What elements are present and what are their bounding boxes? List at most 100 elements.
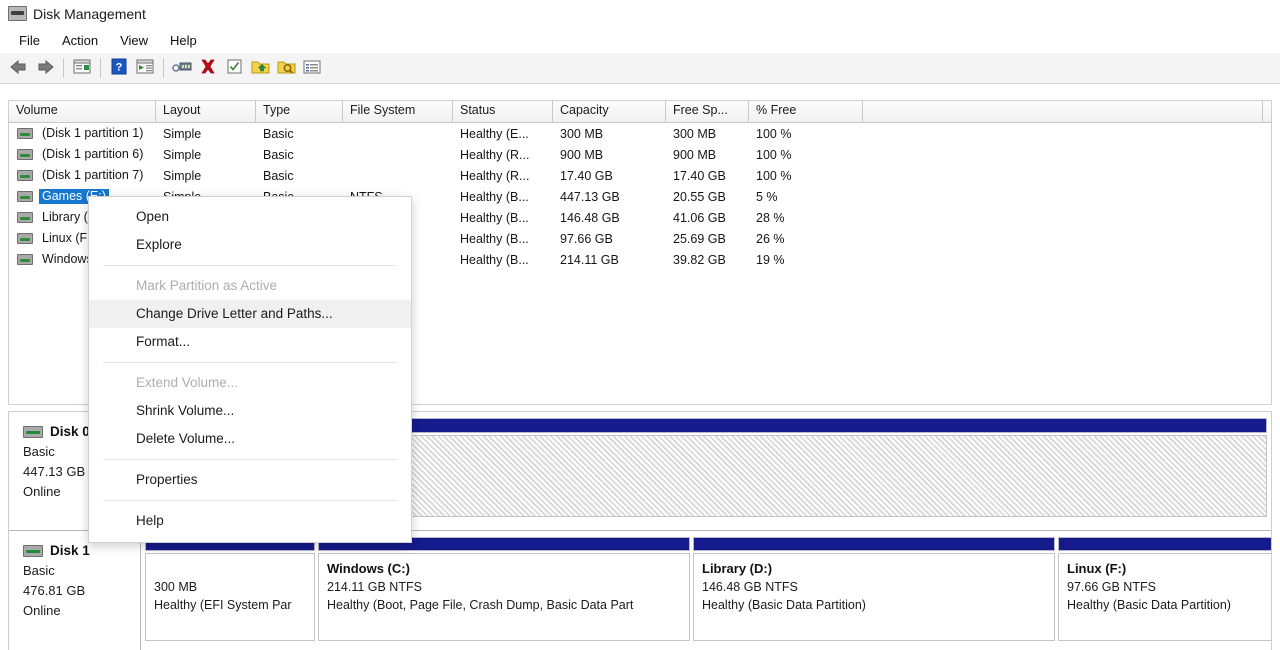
volume-cell-status: Healthy (B... xyxy=(460,231,529,246)
menu-file[interactable]: File xyxy=(8,30,51,51)
volume-cell-status: Healthy (B... xyxy=(460,210,529,225)
disk-drive-icon xyxy=(8,6,27,22)
volume-row[interactable]: (Disk 1 partition 7) Simple Basic Healthy (… xyxy=(9,165,1271,186)
volume-cell-status: Healthy (R... xyxy=(460,168,530,183)
disk-partition[interactable]: Library (D:) 146.48 GB NTFS Healthy (Basic… xyxy=(693,537,1055,642)
context-menu-item-properties[interactable]: Properties xyxy=(89,466,411,494)
forward-button[interactable] xyxy=(32,56,58,80)
delete-button[interactable] xyxy=(195,56,221,80)
column-header-status[interactable]: Status xyxy=(453,101,553,122)
forward-icon xyxy=(35,59,55,78)
volume-cell-pct: 100 % xyxy=(756,147,792,162)
disk-type-label: Basic xyxy=(23,563,55,578)
disk-info[interactable]: Disk 1 Basic 476.81 GB Online xyxy=(9,531,141,650)
volume-cell-status: Healthy (E... xyxy=(460,126,529,141)
disk-partition[interactable]: 300 MB Healthy (EFI System Par xyxy=(145,537,315,642)
column-header-volume[interactable]: Volume xyxy=(9,101,156,122)
column-header-layout[interactable]: Layout xyxy=(156,101,256,122)
volume-cell-free: 41.06 GB xyxy=(673,210,726,225)
window-title: Disk Management xyxy=(33,6,146,22)
context-menu-item-explore[interactable]: Explore xyxy=(89,231,411,259)
volume-cell-capacity: 146.48 GB xyxy=(560,210,620,225)
partition-body: Windows (C:) 214.11 GB NTFS Healthy (Boot,… xyxy=(318,553,690,641)
partition-name-label: Library (D:) xyxy=(702,561,773,576)
volume-cell-free: 17.40 GB xyxy=(673,168,726,183)
show-hide-console-tree-button[interactable] xyxy=(69,56,95,80)
title-bar: Disk Management xyxy=(0,0,1280,28)
column-header-file-system[interactable]: File System xyxy=(343,101,453,122)
volume-cell-name: (Disk 1 partition 1) xyxy=(9,126,156,141)
volume-cell-type: Basic xyxy=(263,168,294,183)
drive-icon xyxy=(17,170,33,181)
column-header-type[interactable]: Type xyxy=(256,101,343,122)
partition-name-label: Linux (F:) xyxy=(1067,561,1127,576)
volume-cell-layout: Simple xyxy=(163,126,202,141)
delete-icon xyxy=(199,58,217,78)
column-header-capacity[interactable]: Capacity xyxy=(553,101,666,122)
volume-cell-capacity: 447.13 GB xyxy=(560,189,620,204)
rescan-disks-icon xyxy=(226,58,243,78)
rescan-disks-button[interactable] xyxy=(221,56,247,80)
partition-status-label: Healthy (EFI System Par xyxy=(154,598,292,612)
disk-state-label: Online xyxy=(23,603,61,618)
context-menu-item-shrink-volume[interactable]: Shrink Volume... xyxy=(89,397,411,425)
drive-icon xyxy=(17,149,33,160)
partition-name-label: Windows (C:) xyxy=(327,561,410,576)
context-menu-item-delete-volume[interactable]: Delete Volume... xyxy=(89,425,411,453)
volume-cell-status: Healthy (B... xyxy=(460,252,529,267)
volume-cell-type: Basic xyxy=(263,126,294,141)
disk-icon xyxy=(23,544,43,557)
partition-capacity-bar xyxy=(693,537,1055,551)
context-menu-item-mark-partition-as-active: Mark Partition as Active xyxy=(136,278,278,293)
volume-row[interactable]: (Disk 1 partition 6) Simple Basic Healthy (… xyxy=(9,144,1271,165)
column-header--free[interactable]: % Free xyxy=(749,101,863,122)
context-menu-item-format[interactable]: Format... xyxy=(89,328,411,356)
context-menu-item-help[interactable]: Help xyxy=(89,507,411,535)
column-header-blank[interactable] xyxy=(863,101,1263,122)
partition-size-label: 146.48 GB NTFS xyxy=(702,580,798,594)
disk-partition[interactable]: Windows (C:) 214.11 GB NTFS Healthy (Boot,… xyxy=(318,537,690,642)
search-folder-button[interactable] xyxy=(273,56,299,80)
drive-icon xyxy=(17,233,33,244)
disk-panel: Disk 1 Basic 476.81 GB Online 300 MB Healthy… xyxy=(9,531,1271,650)
context-menu-item-change-drive-letter-and-paths[interactable]: Change Drive Letter and Paths... xyxy=(89,300,411,328)
disk-icon xyxy=(23,425,43,438)
properties-icon xyxy=(171,59,193,78)
toolbar-separator-3 xyxy=(163,58,164,78)
context-menu-item-open[interactable]: Open xyxy=(89,203,411,231)
menu-view[interactable]: View xyxy=(109,30,159,51)
help-button[interactable]: ? xyxy=(106,56,132,80)
back-icon xyxy=(9,59,29,78)
volume-cell-pct: 100 % xyxy=(756,168,792,183)
volume-cell-free: 20.55 GB xyxy=(673,189,726,204)
properties-button[interactable] xyxy=(169,56,195,80)
volume-cell-capacity: 300 MB xyxy=(560,126,604,141)
partition-capacity-bar xyxy=(1058,537,1271,551)
context-menu-item-extend-volume: Extend Volume... xyxy=(136,375,239,390)
volume-cell-status: Healthy (R... xyxy=(460,147,530,162)
volume-cell-capacity: 97.66 GB xyxy=(560,231,613,246)
volume-cell-pct: 26 % xyxy=(756,231,785,246)
show-hide-action-pane-button[interactable] xyxy=(132,56,158,80)
menu-action[interactable]: Action xyxy=(51,30,109,51)
disk-partition[interactable]: Linux (F:) 97.66 GB NTFS Healthy (Basic Da… xyxy=(1058,537,1271,642)
list-view-icon xyxy=(302,59,322,78)
volume-list-header: Volume Layout Type File System Status Capacit… xyxy=(9,101,1271,123)
list-view-button[interactable] xyxy=(299,56,325,80)
menu-help[interactable]: Help xyxy=(159,30,208,51)
disk-name-label: Disk 0 xyxy=(50,424,90,439)
volume-cell-free: 25.69 GB xyxy=(673,231,726,246)
show-hide-action-pane-icon xyxy=(135,58,155,78)
toolbar-separator-1 xyxy=(63,58,64,78)
volume-cell-pct: 28 % xyxy=(756,210,785,225)
export-list-button[interactable] xyxy=(247,56,273,80)
volume-row[interactable]: (Disk 1 partition 1) Simple Basic Healthy (… xyxy=(9,123,1271,144)
column-header-free-sp[interactable]: Free Sp... xyxy=(666,101,749,122)
back-button[interactable] xyxy=(6,56,32,80)
partition-size-label: 300 MB xyxy=(154,580,198,594)
partition-status-label: Healthy (Basic Data Partition) xyxy=(1067,598,1231,612)
volume-cell-capacity: 900 MB xyxy=(560,147,604,162)
volume-name-label: (Disk 1 partition 1) xyxy=(42,126,144,140)
search-folder-icon xyxy=(277,58,296,78)
disk-size-label: 476.81 GB xyxy=(23,583,86,598)
